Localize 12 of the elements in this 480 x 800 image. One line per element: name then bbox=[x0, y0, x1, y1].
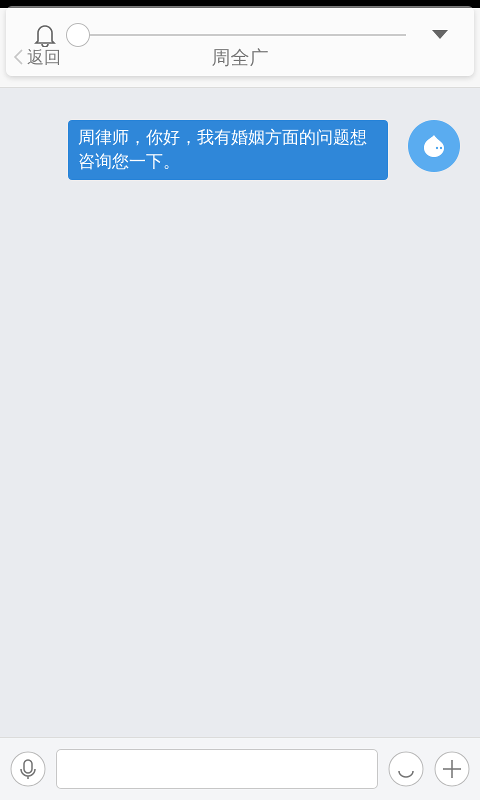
message-input[interactable] bbox=[56, 749, 378, 789]
bell-icon bbox=[34, 23, 56, 47]
chat-title: 周全广 bbox=[212, 46, 268, 71]
back-button[interactable]: 返回 bbox=[27, 46, 61, 69]
add-icon[interactable] bbox=[434, 751, 470, 787]
message-bubble: 周律师，你好，我有婚姻方面的问题想咨询您一下。 bbox=[68, 120, 388, 180]
back-chevron-icon[interactable] bbox=[14, 49, 23, 65]
volume-slider[interactable] bbox=[66, 23, 406, 47]
caret-icon[interactable] bbox=[432, 30, 448, 40]
microphone-icon[interactable] bbox=[10, 751, 46, 787]
emoji-icon[interactable] bbox=[388, 751, 424, 787]
avatar-icon bbox=[408, 120, 460, 172]
